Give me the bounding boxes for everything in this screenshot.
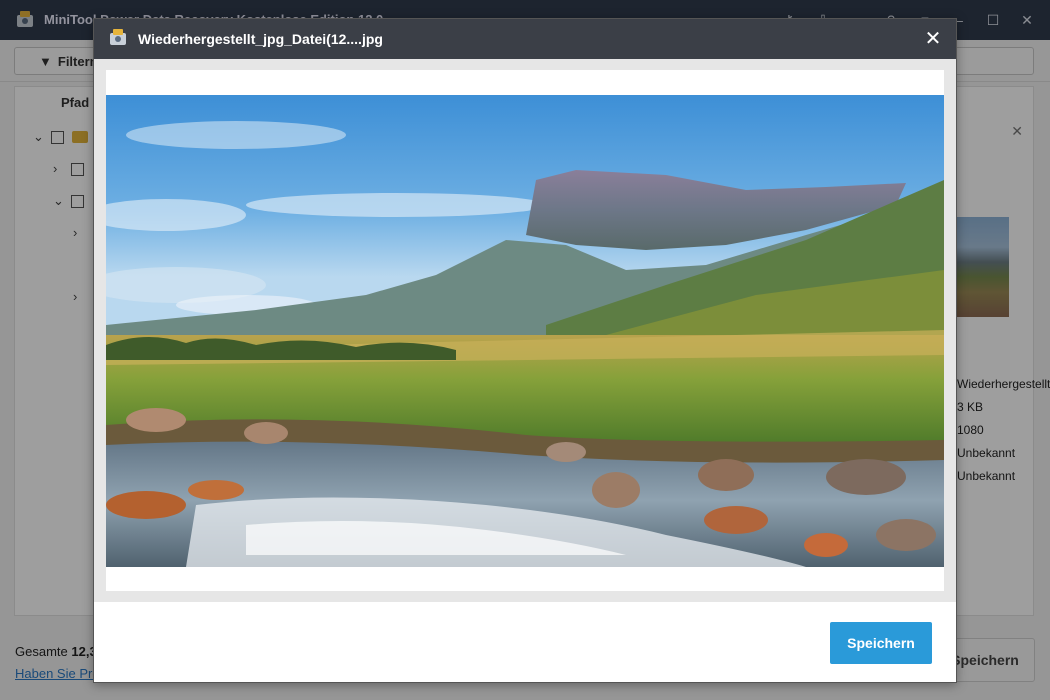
save-button[interactable]: Speichern xyxy=(830,622,932,664)
image-preview-canvas xyxy=(106,70,944,591)
image-preview-frame xyxy=(94,59,956,602)
mountain-river-landscape-image xyxy=(106,95,944,567)
preview-dialog: Wiederhergestellt_jpg_Datei(12....jpg ✕ xyxy=(93,18,957,683)
dialog-header: Wiederhergestellt_jpg_Datei(12....jpg ✕ xyxy=(94,19,956,59)
close-icon[interactable]: ✕ xyxy=(922,27,944,50)
app-logo-icon xyxy=(110,29,126,45)
preview-image xyxy=(106,95,944,567)
dialog-title: Wiederhergestellt_jpg_Datei(12....jpg xyxy=(138,31,383,47)
dialog-footer: Speichern xyxy=(94,602,956,682)
